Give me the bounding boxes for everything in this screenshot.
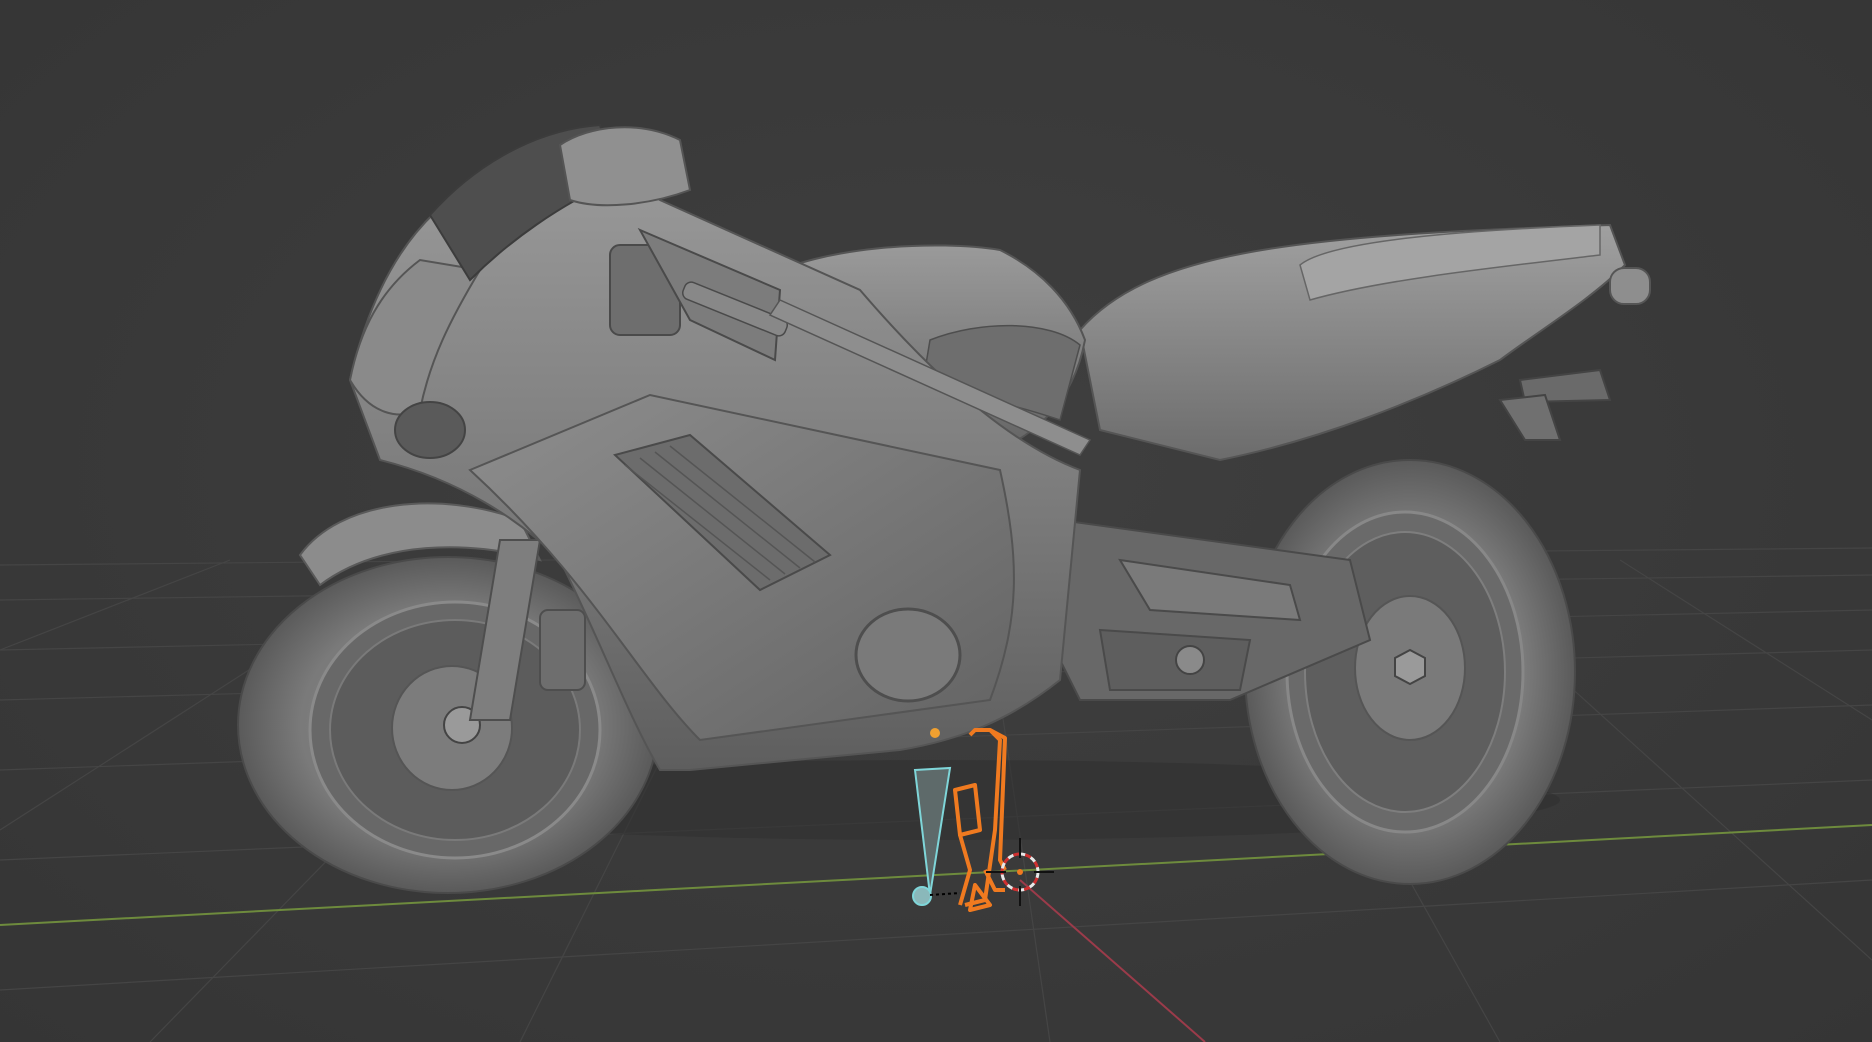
mirror <box>558 126 692 207</box>
exhaust-tip <box>1609 267 1651 305</box>
origin-dot-icon <box>930 728 940 738</box>
y-axis-line <box>1019 879 1206 1042</box>
3d-cursor-icon[interactable] <box>986 838 1054 906</box>
headlight-lower <box>394 401 466 459</box>
3d-viewport[interactable] <box>0 0 1872 1042</box>
fairing-access-cover <box>854 607 962 703</box>
viewport-scene[interactable] <box>0 0 1872 1042</box>
